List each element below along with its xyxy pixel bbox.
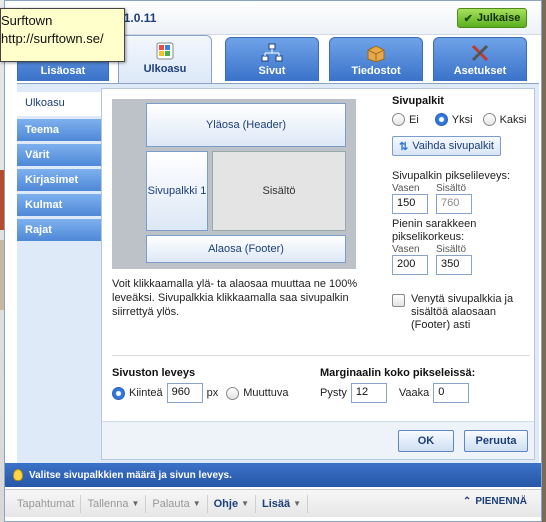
layout-preview: Yläosa (Header) Sivupalkki 1 Sisältö Ala… (112, 99, 356, 269)
minimize-label: PIENENNÄ (475, 496, 527, 507)
layout-content-block: Sisältö (212, 151, 346, 231)
ok-button[interactable]: OK (398, 430, 454, 452)
caret-down-icon: ▼ (241, 499, 249, 508)
tab-addons-label: Lisäosat (40, 65, 86, 77)
tab-files[interactable]: Tiedostot (329, 37, 423, 81)
tab-settings[interactable]: Asetukset (433, 37, 527, 81)
sidebars-heading: Sivupalkit (392, 95, 444, 107)
stretch-label: Venytä sivupalkkia ja sisältöä alaosaan … (411, 293, 514, 331)
caret-down-icon: ▼ (131, 499, 140, 508)
sidebar-two-radio[interactable] (482, 113, 496, 126)
sidebar-settings: Sivupalkit Ei Yksi Kaksi ⇅ Vaihda sivupa… (392, 95, 532, 332)
restore-menu: Palauta ▼ (146, 494, 208, 513)
files-box-icon (367, 45, 385, 63)
switch-sidebars-button[interactable]: ⇅ Vaihda sivupalkit (392, 136, 501, 156)
publish-button[interactable]: ✔ Julkaise (457, 8, 527, 28)
height-content-input[interactable]: 350 (436, 255, 472, 275)
width-left-input[interactable]: 150 (392, 194, 428, 214)
sidebar-two-label: Kaksi (499, 113, 527, 126)
tab-settings-label: Asetukset (453, 65, 507, 77)
minimize-button[interactable]: ⌃ PIENENNÄ (463, 496, 527, 507)
min-height-heading: Pienin sarakkeen pikselikorkeus: (392, 218, 477, 243)
height-content-label: Sisältö (436, 244, 467, 255)
sidebar-one-radio[interactable] (434, 113, 448, 126)
tab-pages-label: Sivut (258, 65, 286, 77)
sitemap-icon (261, 43, 283, 62)
sidebar-none-label: Ei (409, 113, 419, 126)
tools-icon (471, 44, 489, 62)
events-label: Tapahtumat (17, 497, 75, 510)
layout-footer-block[interactable]: Alaosa (Footer) (146, 235, 346, 263)
margin-section: Marginaalin koko pikseleissä: Pysty 12 V… (320, 367, 475, 403)
url-tooltip: Surftown http://surftown.se/ (0, 8, 125, 62)
vertical-margin-label: Pysty (320, 387, 347, 399)
bottom-toolbar: Tapahtumat Tallenna ▼ Palauta ▼ Ohje ▼ L… (5, 489, 541, 517)
publish-label: Julkaise (476, 12, 521, 24)
caret-down-icon: ▼ (293, 499, 302, 508)
margin-heading: Marginaalin koko pikseleissä: (320, 367, 476, 379)
help-label: Ohje (213, 497, 239, 510)
help-menu[interactable]: Ohje ▼ (208, 494, 256, 513)
height-left-label: Vasen (392, 244, 420, 255)
sidebar-none-radio[interactable] (392, 113, 405, 126)
sidebar-width-heading: Sivupalkin pikselileveys: (392, 170, 510, 182)
height-left-input[interactable]: 200 (392, 255, 428, 275)
horizontal-margin-input[interactable]: 0 (433, 383, 470, 403)
more-menu[interactable]: Lisää ▼ (256, 494, 309, 513)
tab-pages[interactable]: Sivut (225, 37, 319, 81)
vertical-margin-input[interactable]: 12 (350, 383, 387, 403)
switch-sidebars-label: Vaihda sivupalkit (412, 140, 494, 152)
left-nav: Ulkoasu Teema Värit Kirjasimet Kulmat Ra… (17, 92, 101, 244)
nav-item-appearance[interactable]: Ulkoasu (17, 92, 101, 116)
sidebar-one-label: Yksi (451, 113, 473, 126)
tab-appearance-label: Ulkoasu (143, 63, 187, 75)
fluid-width-label: Muuttuva (243, 387, 289, 399)
fixed-width-input[interactable]: 960 (166, 383, 203, 403)
nav-item-fonts[interactable]: Kirjasimet (17, 169, 101, 191)
layout-sidebar-block[interactable]: Sivupalkki 1 (146, 151, 208, 231)
layout-description: Voit klikkaamalla ylä- ta alaosaa muutta… (112, 278, 358, 318)
settings-panel: Yläosa (Header) Sivupalkki 1 Sisältö Ala… (101, 88, 535, 460)
more-label: Lisää (262, 497, 291, 510)
site-width-heading: Sivuston leveys (112, 367, 196, 379)
nav-item-colors[interactable]: Värit (17, 144, 101, 166)
stretch-checkbox[interactable] (392, 294, 405, 307)
nav-item-theme[interactable]: Teema (17, 119, 101, 141)
hint-text: Valitse sivupalkkien määrä ja sivun leve… (29, 469, 232, 481)
width-left-label: Vasen (392, 183, 420, 194)
lightbulb-icon (13, 469, 23, 481)
checkmark-icon: ✔ (463, 12, 473, 25)
site-width-section: Sivuston leveys Kiinteä 960 px Muuttuva (112, 367, 289, 403)
fixed-width-radio[interactable] (112, 386, 125, 400)
layout-header-block[interactable]: Yläosa (Header) (146, 103, 346, 147)
horizontal-margin-label: Vaaka (398, 387, 430, 399)
save-menu: Tallenna ▼ (81, 494, 147, 513)
restore-label: Palauta (152, 497, 190, 510)
nav-item-borders[interactable]: Rajat (17, 219, 101, 241)
width-content-input: 760 (436, 194, 472, 214)
swap-arrows-icon: ⇅ (399, 140, 409, 153)
tab-files-label: Tiedostot (351, 65, 401, 77)
width-unit-label: px (206, 387, 219, 399)
tooltip-title: Surftown (1, 13, 53, 28)
cancel-button[interactable]: Peruuta (464, 430, 528, 452)
content-area: Ulkoasu Teema Värit Kirjasimet Kulmat Ra… (17, 83, 539, 463)
section-divider (112, 355, 530, 356)
dialog-footer: OK Peruuta (102, 421, 534, 459)
fixed-width-label: Kiinteä (129, 387, 163, 399)
caret-down-icon: ▼ (192, 499, 201, 508)
sidebar-count-options: Ei Yksi Kaksi (392, 113, 532, 126)
hint-bar: Valitse sivupalkkien määrä ja sivun leve… (5, 463, 541, 487)
double-chevron-up-icon: ⌃ (462, 496, 472, 507)
width-content-label: Sisältö (436, 183, 467, 194)
events-menu: Tapahtumat (5, 494, 82, 513)
app-window: Kotisivukone 11.0.11 ✔ Julkaise Lisäosat… (4, 0, 542, 522)
fluid-width-radio[interactable] (226, 386, 240, 400)
save-label: Tallenna (87, 497, 129, 510)
tooltip-url: http://surftown.se/ (1, 31, 104, 46)
palette-icon (156, 42, 174, 60)
nav-item-corners[interactable]: Kulmat (17, 194, 101, 216)
tab-appearance[interactable]: Ulkoasu (118, 35, 212, 83)
